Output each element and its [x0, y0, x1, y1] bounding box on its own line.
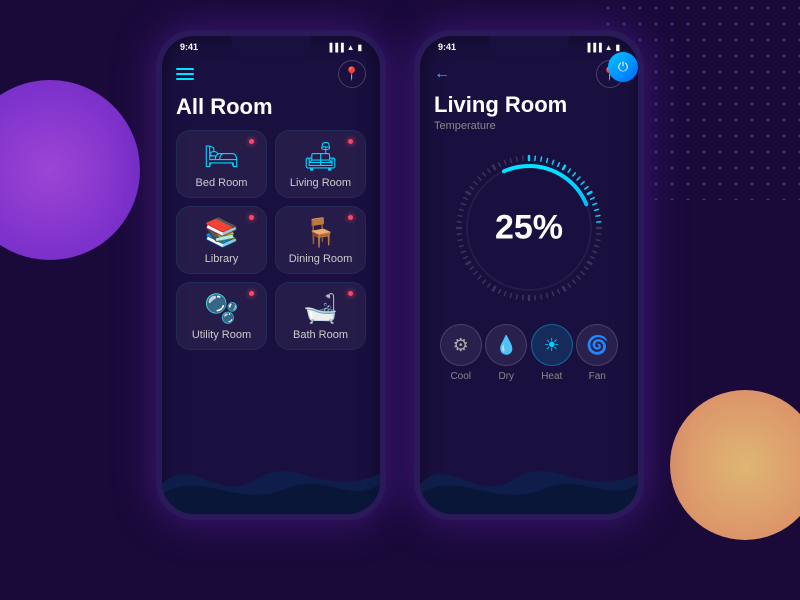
control-label: Dry — [498, 371, 514, 382]
temperature-label: Temperature — [434, 120, 496, 132]
room-name: Dining Room — [289, 253, 353, 265]
wifi-icon-2: ▲ — [605, 43, 613, 52]
room-grid: 🛏 Bed Room 🛋 Living Room 📚 Library 🪑 Din… — [176, 130, 366, 350]
phone1-header: 📍 — [176, 56, 366, 88]
control-label: Cool — [450, 371, 471, 382]
room-card-bed-room[interactable]: 🛏 Bed Room — [176, 130, 267, 198]
status-time-2: 9:41 — [438, 42, 456, 52]
status-time-1: 9:41 — [180, 42, 198, 52]
location-icon-btn[interactable]: 📍 — [338, 60, 366, 88]
menu-icon[interactable] — [176, 68, 194, 80]
control-label: Fan — [589, 371, 606, 382]
temperature-header: Temperature ⏻ — [434, 120, 624, 140]
signal-icon-2: ▐▐▐ — [585, 43, 602, 52]
battery-icon-2: ▮ — [616, 43, 620, 52]
battery-icon: ▮ — [358, 43, 362, 52]
phone-notch-1 — [231, 36, 311, 58]
control-cool[interactable]: ⚙ Cool — [440, 324, 482, 382]
gauge-value: 25% — [495, 209, 563, 248]
room-icon: 🪑 — [303, 219, 338, 247]
room-card-library[interactable]: 📚 Library — [176, 206, 267, 274]
room-icon: 🛏 — [204, 143, 240, 171]
room-icon: 🫧 — [204, 295, 239, 323]
control-circle: ☀ — [531, 324, 573, 366]
status-icons-2: ▐▐▐ ▲ ▮ — [585, 43, 620, 52]
control-dry[interactable]: 💧 Dry — [485, 324, 527, 382]
phone1-content: 📍 All Room 🛏 Bed Room 🛋 Living Room 📚 Li… — [162, 52, 380, 500]
control-circle: ⚙ — [440, 324, 482, 366]
wifi-icon: ▲ — [347, 43, 355, 52]
signal-icon: ▐▐▐ — [327, 43, 344, 52]
room-card-living-room[interactable]: 🛋 Living Room — [275, 130, 366, 198]
phones-wrapper: 9:41 ▐▐▐ ▲ ▮ 📍 All Room 🛏 Bed Room 🛋 Liv… — [156, 30, 644, 520]
phone2-header: ← 📍 — [434, 56, 624, 88]
room-card-dining-room[interactable]: 🪑 Dining Room — [275, 206, 366, 274]
room-icon: 🛋 — [303, 143, 339, 171]
phone-all-room: 9:41 ▐▐▐ ▲ ▮ 📍 All Room 🛏 Bed Room 🛋 Liv… — [156, 30, 386, 520]
control-label: Heat — [541, 371, 562, 382]
room-icon: 📚 — [204, 219, 239, 247]
phone-notch-2 — [489, 36, 569, 58]
control-fan[interactable]: 🌀 Fan — [576, 324, 618, 382]
room-icon: 🛁 — [303, 295, 338, 323]
controls-row: ⚙ Cool 💧 Dry ☀ Heat 🌀 Fan — [434, 324, 624, 382]
control-heat[interactable]: ☀ Heat — [531, 324, 573, 382]
room-name: Library — [205, 253, 239, 265]
room-name: Utility Room — [192, 329, 251, 341]
back-button[interactable]: ← — [434, 65, 450, 83]
page-title-all-room: All Room — [176, 94, 366, 120]
status-icons-1: ▐▐▐ ▲ ▮ — [327, 43, 362, 52]
phone2-content: ← 📍 Living Room Temperature ⏻ — [420, 52, 638, 500]
room-name: Living Room — [290, 177, 351, 189]
temperature-gauge: 25% — [449, 148, 609, 308]
power-button[interactable]: ⏻ — [608, 52, 638, 82]
bg-decoration-peach — [670, 390, 800, 540]
wave-decoration-1 — [162, 444, 380, 514]
control-circle: 🌀 — [576, 324, 618, 366]
wave-decoration-2 — [420, 444, 638, 514]
page-title-living-room: Living Room — [434, 92, 624, 118]
control-circle: 💧 — [485, 324, 527, 366]
room-name: Bath Room — [293, 329, 348, 341]
room-card-bath-room[interactable]: 🛁 Bath Room — [275, 282, 366, 350]
room-name: Bed Room — [196, 177, 248, 189]
room-card-utility-room[interactable]: 🫧 Utility Room — [176, 282, 267, 350]
bg-decoration-purple — [0, 80, 140, 260]
phone-living-room: 9:41 ▐▐▐ ▲ ▮ ← 📍 Living Room Temperature… — [414, 30, 644, 520]
